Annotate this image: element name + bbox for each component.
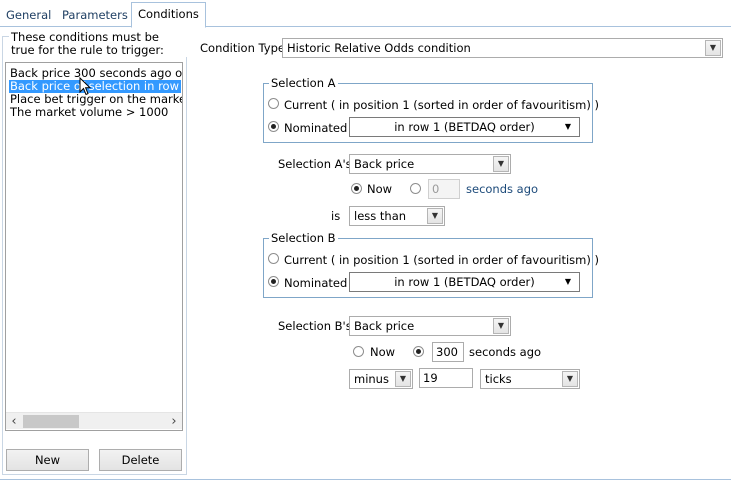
selection-b-price-type-value: Back price: [354, 319, 415, 333]
condition-type-value: Historic Relative Odds condition: [287, 41, 471, 55]
chevron-down-icon[interactable]: ▼: [565, 273, 571, 291]
selection-b-nominated-label: Nominated: [284, 276, 348, 290]
selection-a-price-type-select[interactable]: Back price ▼: [349, 154, 511, 174]
list-item[interactable]: Back price 300 seconds ago of selec: [9, 67, 182, 80]
unit-select[interactable]: ticks ▼: [480, 369, 580, 389]
selection-a-price-type-value: Back price: [354, 157, 415, 171]
selection-a-seconds-label: seconds ago: [466, 182, 539, 196]
selection-b-nominated-select[interactable]: in row 1 (BETDAQ order) ▼: [349, 272, 580, 292]
amount-input[interactable]: 19: [419, 368, 473, 388]
unit-value: ticks: [485, 372, 512, 386]
bottom-border: [0, 479, 731, 480]
list-horizontal-scrollbar[interactable]: ‹ ›: [6, 412, 182, 429]
comparison-value: less than: [354, 209, 407, 223]
operator-select[interactable]: minus ▼: [349, 369, 413, 389]
selection-b-now-radio[interactable]: [353, 346, 364, 357]
conditions-group-title: These conditions must be true for the ru…: [9, 31, 187, 57]
selection-a-nominated-label: Nominated: [284, 121, 348, 135]
selection-b-seconds-input[interactable]: 300: [432, 342, 464, 362]
chevron-down-icon[interactable]: ▼: [427, 208, 443, 224]
chevron-down-icon[interactable]: ▼: [493, 318, 509, 334]
tab-parameters[interactable]: Parameters: [56, 4, 134, 27]
selection-a-current-radio[interactable]: [268, 98, 279, 109]
selection-b-seconds-label: seconds ago: [469, 345, 542, 359]
selection-b-price-label: Selection B's: [278, 319, 352, 333]
delete-button[interactable]: Delete: [99, 449, 182, 471]
comparison-is-label: is: [331, 209, 341, 223]
condition-type-select[interactable]: Historic Relative Odds condition ▼: [282, 38, 723, 58]
list-item[interactable]: The market volume > 1000: [9, 106, 168, 119]
conditions-list[interactable]: Back price 300 seconds ago of selec Back…: [5, 62, 183, 431]
selection-b-nominated-radio[interactable]: [268, 276, 279, 287]
chevron-down-icon[interactable]: ▼: [705, 40, 721, 56]
selection-a-seconds-radio[interactable]: [410, 183, 421, 194]
selection-b-current-label: Current ( in position 1 (sorted in order…: [284, 253, 599, 267]
selection-b-current-radio[interactable]: [268, 253, 279, 264]
selection-b-now-label: Now: [370, 345, 396, 359]
selection-b-seconds-radio[interactable]: [413, 346, 424, 357]
condition-type-label: Condition Type: [200, 41, 285, 55]
chevron-down-icon[interactable]: ▼: [562, 371, 578, 387]
chevron-down-icon[interactable]: ▼: [395, 371, 411, 387]
selection-a-now-radio[interactable]: [351, 183, 362, 194]
selection-a-current-label: Current ( in position 1 (sorted in order…: [284, 98, 599, 112]
selection-a-nominated-select[interactable]: in row 1 (BETDAQ order) ▼: [349, 117, 580, 137]
chevron-right-icon[interactable]: ›: [166, 413, 182, 430]
scrollbar-thumb[interactable]: [23, 415, 79, 428]
comparison-select[interactable]: less than ▼: [349, 206, 445, 226]
selection-a-nominated-value: in row 1 (BETDAQ order): [394, 120, 535, 134]
selection-b-title: Selection B: [269, 231, 338, 245]
chevron-left-icon[interactable]: ‹: [6, 413, 22, 430]
selection-a-now-label: Now: [367, 182, 393, 196]
operator-value: minus: [354, 372, 389, 386]
selection-a-price-label: Selection A's: [278, 157, 352, 171]
selection-b-nominated-value: in row 1 (BETDAQ order): [394, 275, 535, 289]
chevron-down-icon[interactable]: ▼: [493, 156, 509, 172]
new-button[interactable]: New: [6, 449, 89, 471]
chevron-down-icon[interactable]: ▼: [565, 118, 571, 136]
mouse-pointer-icon: [79, 77, 92, 96]
tab-general[interactable]: General: [0, 4, 57, 27]
selection-b-price-type-select[interactable]: Back price ▼: [349, 316, 511, 336]
selection-a-seconds-input[interactable]: 0: [428, 179, 460, 199]
selection-a-nominated-radio[interactable]: [268, 121, 279, 132]
selection-a-title: Selection A: [269, 76, 338, 90]
tab-conditions[interactable]: Conditions: [131, 2, 206, 28]
